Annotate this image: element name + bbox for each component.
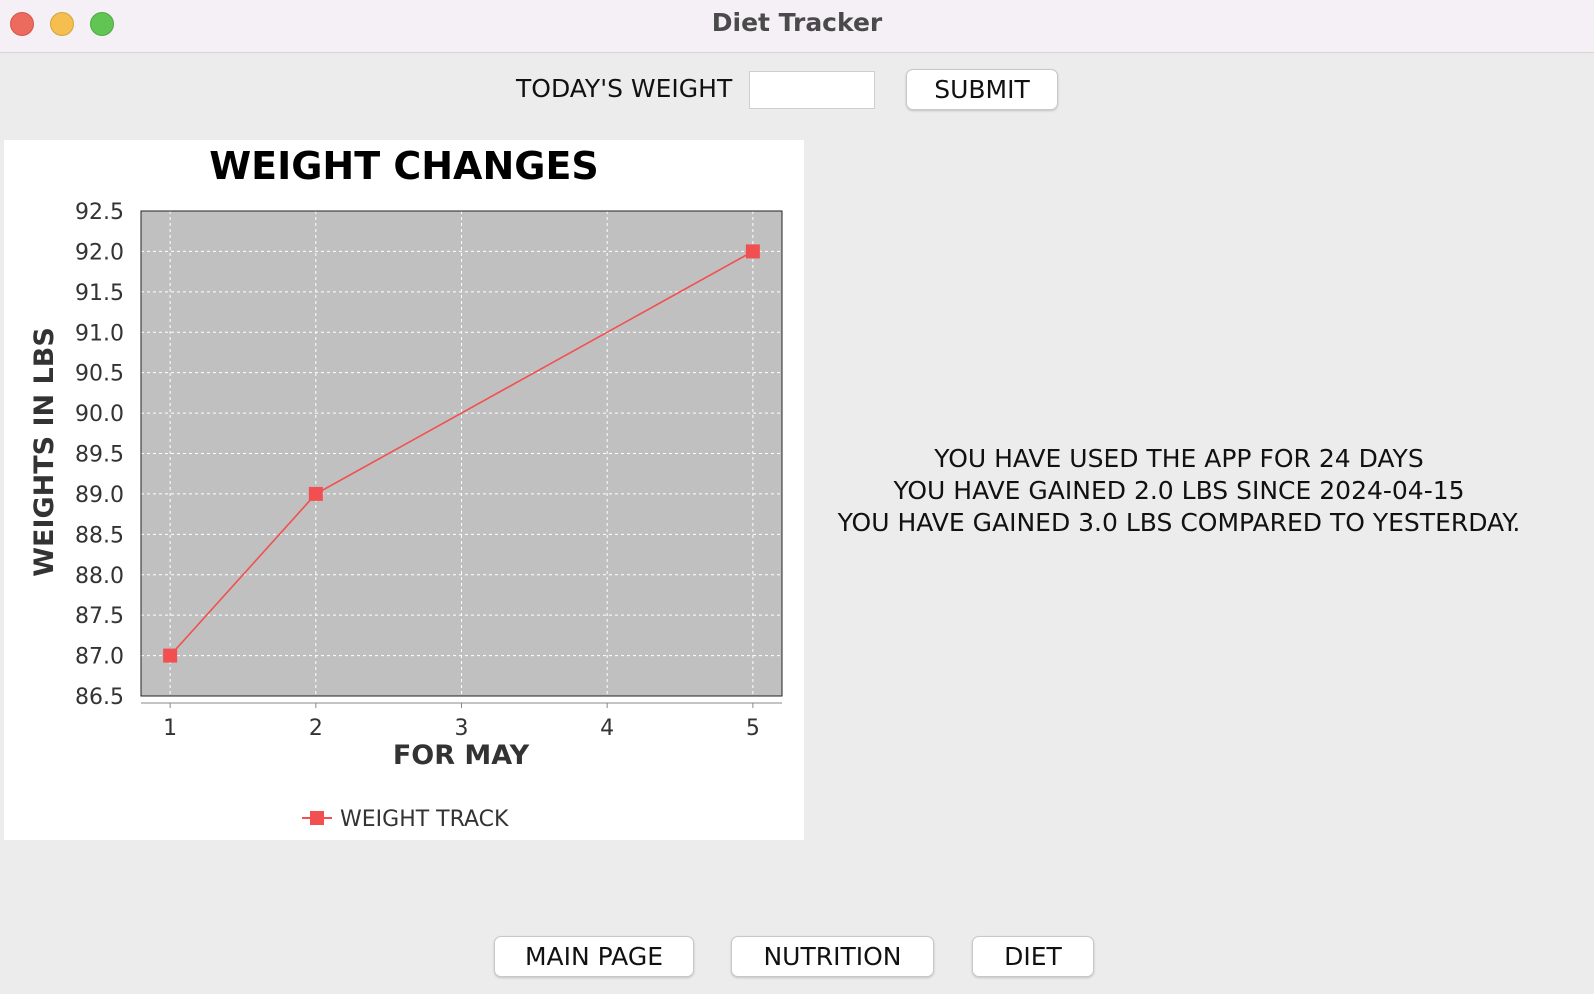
legend: WEIGHT TRACK bbox=[302, 807, 509, 832]
x-tick-label: 4 bbox=[600, 716, 614, 741]
y-axis-label: WEIGHTS IN LBS bbox=[29, 327, 60, 577]
nutrition-button[interactable]: NUTRITION bbox=[731, 936, 934, 977]
weight-chart: 86.5 87.0 87.5 88.0 88.5 89.0 89.5 90.0 90.5 91.0… bbox=[29, 144, 783, 832]
main-page-button[interactable]: MAIN PAGE bbox=[494, 936, 694, 977]
y-tick-label: 89.5 bbox=[75, 443, 124, 468]
y-tick-label: 87.5 bbox=[75, 604, 124, 629]
todays-weight-input[interactable] bbox=[749, 71, 875, 109]
y-tick-label: 90.5 bbox=[75, 362, 124, 387]
y-tick-label: 91.0 bbox=[75, 321, 124, 346]
stats-summary: YOU HAVE USED THE APP FOR 24 DAYS YOU HA… bbox=[806, 443, 1552, 539]
x-tick-label: 1 bbox=[163, 716, 177, 741]
window-title: Diet Tracker bbox=[711, 8, 883, 37]
x-axis-ticks: 1 2 3 4 5 bbox=[163, 703, 760, 741]
data-point bbox=[745, 244, 760, 259]
x-axis-label: FOR MAY bbox=[393, 740, 530, 771]
legend-marker bbox=[310, 811, 324, 825]
gain-since-start-text: YOU HAVE GAINED 2.0 LBS SINCE 2024-04-15 bbox=[893, 476, 1465, 505]
title-bar: Diet Tracker bbox=[0, 0, 1594, 53]
todays-weight-label: TODAY'S WEIGHT bbox=[516, 74, 733, 103]
diet-button[interactable]: DIET bbox=[972, 936, 1094, 977]
y-axis-ticks: 86.5 87.0 87.5 88.0 88.5 89.0 89.5 90.0 90.5 91.0… bbox=[75, 200, 124, 710]
submit-button[interactable]: SUBMIT bbox=[906, 69, 1058, 110]
x-tick-label: 5 bbox=[746, 716, 760, 741]
y-tick-label: 91.5 bbox=[75, 281, 124, 306]
y-tick-label: 86.5 bbox=[75, 685, 124, 710]
chart-title: WEIGHT CHANGES bbox=[209, 144, 599, 188]
y-tick-label: 88.0 bbox=[75, 564, 124, 589]
y-tick-label: 90.0 bbox=[75, 402, 124, 427]
weight-chart-panel: 86.5 87.0 87.5 88.0 88.5 89.0 89.5 90.0 90.5 91.0… bbox=[4, 140, 804, 840]
y-tick-label: 87.0 bbox=[75, 645, 124, 670]
y-tick-label: 92.5 bbox=[75, 200, 124, 225]
x-tick-label: 3 bbox=[455, 716, 469, 741]
y-tick-label: 88.5 bbox=[75, 523, 124, 548]
data-point bbox=[308, 486, 323, 501]
y-tick-label: 92.0 bbox=[75, 240, 124, 265]
gain-since-yesterday-text: YOU HAVE GAINED 3.0 LBS COMPARED TO YEST… bbox=[837, 508, 1521, 537]
y-tick-label: 89.0 bbox=[75, 483, 124, 508]
data-point bbox=[163, 648, 178, 663]
x-tick-label: 2 bbox=[309, 716, 323, 741]
legend-label: WEIGHT TRACK bbox=[340, 807, 509, 832]
days-used-text: YOU HAVE USED THE APP FOR 24 DAYS bbox=[934, 444, 1424, 473]
